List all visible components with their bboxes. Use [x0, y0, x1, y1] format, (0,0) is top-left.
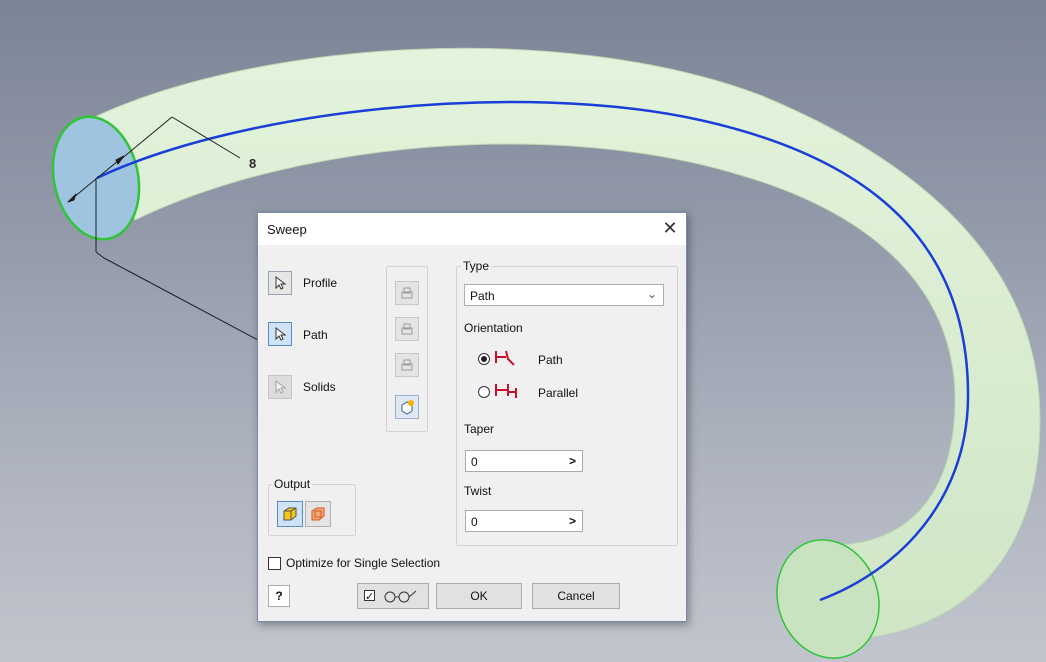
- check-mark-icon: ✓: [365, 591, 375, 603]
- profile-label: Profile: [303, 276, 338, 290]
- taper-value: 0: [471, 455, 478, 469]
- type-group-title: Type: [461, 259, 492, 273]
- flip-direction-icon[interactable]: [395, 281, 419, 305]
- help-button[interactable]: ?: [268, 585, 290, 607]
- output-group-title: Output: [272, 477, 313, 491]
- preview-toggle-button[interactable]: ✓: [357, 583, 429, 609]
- dimension-value[interactable]: 8: [249, 156, 256, 171]
- profile-select-button[interactable]: [268, 271, 292, 295]
- asymmetric-direction-icon[interactable]: [395, 353, 419, 377]
- dialog-title: Sweep: [267, 222, 307, 237]
- twist-label: Twist: [464, 484, 492, 498]
- parallel-orientation-icon: [495, 384, 517, 398]
- orientation-path-radio[interactable]: [478, 353, 490, 365]
- surface-output-icon[interactable]: [305, 501, 331, 527]
- orientation-path-label: Path: [538, 353, 563, 367]
- twist-input[interactable]: 0 >: [465, 510, 583, 532]
- type-selected-value: Path: [470, 289, 495, 303]
- cursor-arrow-icon: [275, 275, 287, 290]
- type-group: [456, 266, 678, 546]
- twist-value: 0: [471, 515, 478, 529]
- glasses-icon: [384, 590, 417, 603]
- type-dropdown[interactable]: Path ⌄: [464, 284, 664, 306]
- solid-output-icon[interactable]: [277, 501, 303, 527]
- path-label: Path: [303, 328, 328, 342]
- orientation-parallel-label: Parallel: [538, 386, 579, 400]
- taper-label: Taper: [464, 422, 495, 436]
- taper-input[interactable]: 0 >: [465, 450, 583, 472]
- solids-label: Solids: [303, 380, 336, 394]
- sweep-dialog: Sweep ✕ Profile Path Solids Type Path ⌄ …: [257, 212, 687, 622]
- ok-button[interactable]: OK: [436, 583, 522, 609]
- sweep-options-panel: [386, 266, 428, 432]
- symmetric-direction-icon[interactable]: [395, 317, 419, 341]
- chevron-down-icon: ⌄: [646, 287, 657, 301]
- close-button[interactable]: ✕: [660, 218, 680, 238]
- chevron-right-icon[interactable]: >: [569, 514, 576, 528]
- cancel-button[interactable]: Cancel: [532, 583, 620, 609]
- output-group: [268, 484, 356, 536]
- chevron-right-icon[interactable]: >: [569, 454, 576, 468]
- dialog-titlebar[interactable]: Sweep ✕: [258, 213, 686, 245]
- path-select-button[interactable]: [268, 322, 292, 346]
- new-solid-icon[interactable]: [395, 395, 419, 419]
- orientation-parallel-radio[interactable]: [478, 386, 490, 398]
- cursor-arrow-icon: [275, 379, 287, 394]
- solids-select-button[interactable]: [268, 375, 292, 399]
- orientation-title: Orientation: [464, 321, 523, 335]
- optimize-label: Optimize for Single Selection: [286, 556, 441, 570]
- cursor-arrow-icon: [275, 326, 287, 341]
- path-orientation-icon: [495, 350, 515, 366]
- optimize-checkbox[interactable]: [268, 557, 281, 570]
